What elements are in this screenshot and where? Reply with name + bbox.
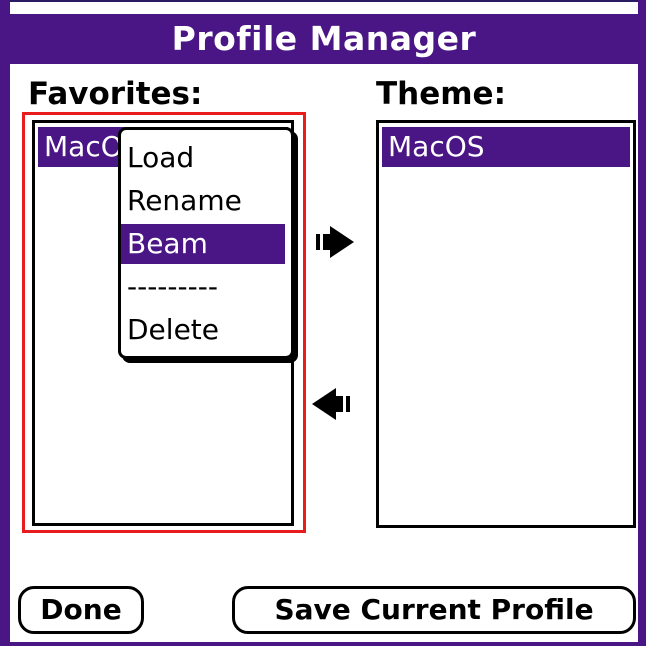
theme-item-macos[interactable]: MacOS [382, 127, 630, 167]
context-menu: Load Rename Beam --------- Delete [118, 127, 294, 359]
theme-label: Theme: [376, 76, 506, 112]
window-border-left [0, 0, 10, 646]
arrow-left-icon[interactable] [310, 386, 350, 422]
menu-item-load[interactable]: Load [121, 138, 285, 178]
window-border-bottom [0, 642, 646, 646]
menu-item-rename[interactable]: Rename [121, 181, 285, 221]
profile-manager-window: Profile Manager Favorites: Theme: MacOS … [0, 0, 646, 646]
menu-item-beam[interactable]: Beam [121, 224, 285, 264]
menu-item-delete[interactable]: Delete [121, 310, 285, 350]
favorites-label: Favorites: [28, 76, 203, 112]
menu-separator: --------- [127, 270, 218, 303]
theme-list[interactable]: MacOS [376, 120, 636, 528]
window-border-top [0, 0, 646, 2]
done-button[interactable]: Done [18, 586, 144, 634]
window-border-right [638, 0, 646, 646]
save-current-profile-button[interactable]: Save Current Profile [232, 586, 636, 634]
window-title: Profile Manager [10, 14, 638, 64]
arrow-right-icon[interactable] [316, 224, 356, 260]
